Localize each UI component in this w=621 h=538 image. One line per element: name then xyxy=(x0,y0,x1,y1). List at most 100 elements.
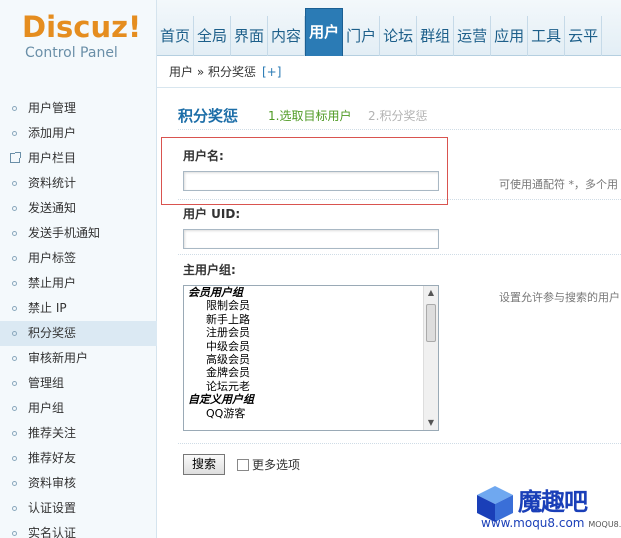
sidebar-item-label: 审核新用户 xyxy=(28,351,89,365)
sidebar-item-17[interactable]: 实名认证 xyxy=(0,521,157,538)
dot-icon xyxy=(12,281,17,286)
nav-tab-8[interactable]: 运营 xyxy=(454,16,492,56)
sidebar-item-13[interactable]: 推荐关注 xyxy=(0,421,157,446)
list-item[interactable]: 限制会员 xyxy=(184,299,424,312)
sidebar-item-2[interactable]: 用户栏目 xyxy=(0,146,157,171)
sidebar-item-label: 添加用户 xyxy=(28,126,77,140)
nav-tab-6[interactable]: 论坛 xyxy=(380,16,418,56)
logo-main: Discuz! xyxy=(22,10,142,44)
nav-tab-5[interactable]: 门户 xyxy=(343,16,381,56)
nav-tab-3[interactable]: 内容 xyxy=(268,16,306,56)
sidebar-item-label: 用户管理 xyxy=(28,101,77,115)
group-list: 会员用户组 限制会员 新手上路 注册会员 中级会员 高级会员 金牌会员 论坛元老 自定义用户组 Q… xyxy=(184,286,424,420)
dot-icon xyxy=(12,506,17,511)
more-options-checkbox[interactable] xyxy=(237,459,249,471)
sidebar-item-11[interactable]: 管理组 xyxy=(0,371,157,396)
divider xyxy=(178,199,621,200)
sidebar-item-label: 禁止 IP xyxy=(28,301,67,315)
username-label: 用户名: xyxy=(183,149,224,163)
tab-step-credits: 2.积分奖惩 xyxy=(368,109,428,123)
dot-icon xyxy=(12,256,17,261)
sidebar-item-label: 推荐关注 xyxy=(28,426,77,440)
sidebar-item-label: 发送通知 xyxy=(28,201,77,215)
nav-tab-4[interactable]: 用户 xyxy=(305,8,344,56)
tab-step-select-users[interactable]: 1.选取目标用户 xyxy=(268,107,351,124)
external-link-icon xyxy=(10,152,21,163)
sidebar-item-label: 用户组 xyxy=(28,401,65,415)
watermark-text: 魔趣吧 xyxy=(518,488,588,516)
nav-tab-11[interactable]: 云平 xyxy=(565,16,603,56)
nav-tab-7[interactable]: 群组 xyxy=(417,16,455,56)
group-label: 主用户组: xyxy=(183,263,236,277)
more-options-toggle[interactable]: 更多选项 xyxy=(237,456,300,473)
page-title: 积分奖惩 xyxy=(178,107,239,125)
scroll-thumb[interactable] xyxy=(426,304,436,342)
sidebar-item-label: 资料统计 xyxy=(28,176,77,190)
watermark-logo: 魔趣吧 www.moqu8.com MOQU8.COM xyxy=(475,480,621,538)
nav-tab-2[interactable]: 界面 xyxy=(231,16,269,56)
sidebar-item-5[interactable]: 发送手机通知 xyxy=(0,221,157,246)
sidebar-item-10[interactable]: 审核新用户 xyxy=(0,346,157,371)
sidebar-item-7[interactable]: 禁止用户 xyxy=(0,271,157,296)
sidebar-item-14[interactable]: 推荐好友 xyxy=(0,446,157,471)
search-button[interactable]: 搜索 xyxy=(183,454,225,475)
list-item[interactable]: 注册会员 xyxy=(184,326,424,339)
listbox-scrollbar[interactable]: ▲ ▼ xyxy=(423,286,438,430)
dot-icon xyxy=(12,331,17,336)
sidebar-item-label: 用户栏目 xyxy=(28,151,77,165)
nav-tab-10[interactable]: 工具 xyxy=(528,16,566,56)
sidebar-item-label: 发送手机通知 xyxy=(28,226,101,240)
dot-icon xyxy=(12,356,17,361)
breadcrumb: 用户 » 积分奖惩 [+] xyxy=(169,63,281,80)
dot-icon xyxy=(12,381,17,386)
list-item[interactable]: QQ游客 xyxy=(184,407,424,420)
add-shortcut-link[interactable]: [+] xyxy=(262,65,281,79)
sidebar-item-label: 推荐好友 xyxy=(28,451,77,465)
group-hint: 设置允许参与搜索的用户 xyxy=(499,291,620,304)
nav-tab-1[interactable]: 全局 xyxy=(194,16,232,56)
sidebar-item-8[interactable]: 禁止 IP xyxy=(0,296,157,321)
sidebar-item-label: 禁止用户 xyxy=(28,276,77,290)
sidebar-item-3[interactable]: 资料统计 xyxy=(0,171,157,196)
divider xyxy=(178,254,621,255)
nav-tab-9[interactable]: 应用 xyxy=(491,16,529,56)
list-item[interactable]: 新手上路 xyxy=(184,313,424,326)
divider xyxy=(178,443,621,444)
sidebar-item-6[interactable]: 用户标签 xyxy=(0,246,157,271)
dot-icon xyxy=(12,231,17,236)
nav-tab-0[interactable]: 首页 xyxy=(157,16,195,56)
dot-icon xyxy=(12,306,17,311)
breadcrumb-text: 用户 » 积分奖惩 xyxy=(169,65,256,79)
sidebar: 用户管理添加用户用户栏目资料统计发送通知发送手机通知用户标签禁止用户禁止 IP 积… xyxy=(0,88,157,538)
scroll-down-icon[interactable]: ▼ xyxy=(424,416,438,430)
dot-icon xyxy=(12,106,17,111)
username-hint: 可使用通配符 *，多个用 xyxy=(499,178,618,191)
scroll-up-icon[interactable]: ▲ xyxy=(424,286,438,300)
sidebar-item-9[interactable]: 积分奖惩 xyxy=(0,321,157,346)
list-item[interactable]: 金牌会员 xyxy=(184,366,424,379)
uid-input[interactable] xyxy=(183,229,439,249)
list-group-header: 会员用户组 xyxy=(188,286,243,299)
dot-icon xyxy=(12,206,17,211)
top-nav: 首页 全局 界面 内容 用户 门户 论坛 群组 运营 应用 工具 云平 xyxy=(157,8,603,56)
list-group-header: 自定义用户组 xyxy=(188,393,254,407)
watermark-url: www.moqu8.com MOQU8.COM xyxy=(481,516,621,530)
sidebar-item-1[interactable]: 添加用户 xyxy=(0,121,157,146)
sidebar-item-0[interactable]: 用户管理 xyxy=(0,96,157,121)
list-item[interactable]: 论坛元老 xyxy=(184,380,424,393)
logo[interactable]: Discuz! Control Panel xyxy=(0,0,157,88)
group-listbox[interactable]: 会员用户组 限制会员 新手上路 注册会员 中级会员 高级会员 金牌会员 论坛元老 自定义用户组 Q… xyxy=(183,285,439,431)
sidebar-item-4[interactable]: 发送通知 xyxy=(0,196,157,221)
list-item[interactable]: 中级会员 xyxy=(184,340,424,353)
username-input[interactable] xyxy=(183,171,439,191)
sidebar-item-15[interactable]: 资料审核 xyxy=(0,471,157,496)
sidebar-item-12[interactable]: 用户组 xyxy=(0,396,157,421)
dot-icon xyxy=(12,431,17,436)
list-item[interactable]: 高级会员 xyxy=(184,353,424,366)
logo-sub: Control Panel xyxy=(25,45,118,61)
sidebar-item-label: 资料审核 xyxy=(28,476,77,490)
dot-icon xyxy=(12,181,17,186)
dot-icon xyxy=(12,531,17,536)
sidebar-item-16[interactable]: 认证设置 xyxy=(0,496,157,521)
breadcrumb-bar: 用户 » 积分奖惩 [+] xyxy=(157,56,621,88)
